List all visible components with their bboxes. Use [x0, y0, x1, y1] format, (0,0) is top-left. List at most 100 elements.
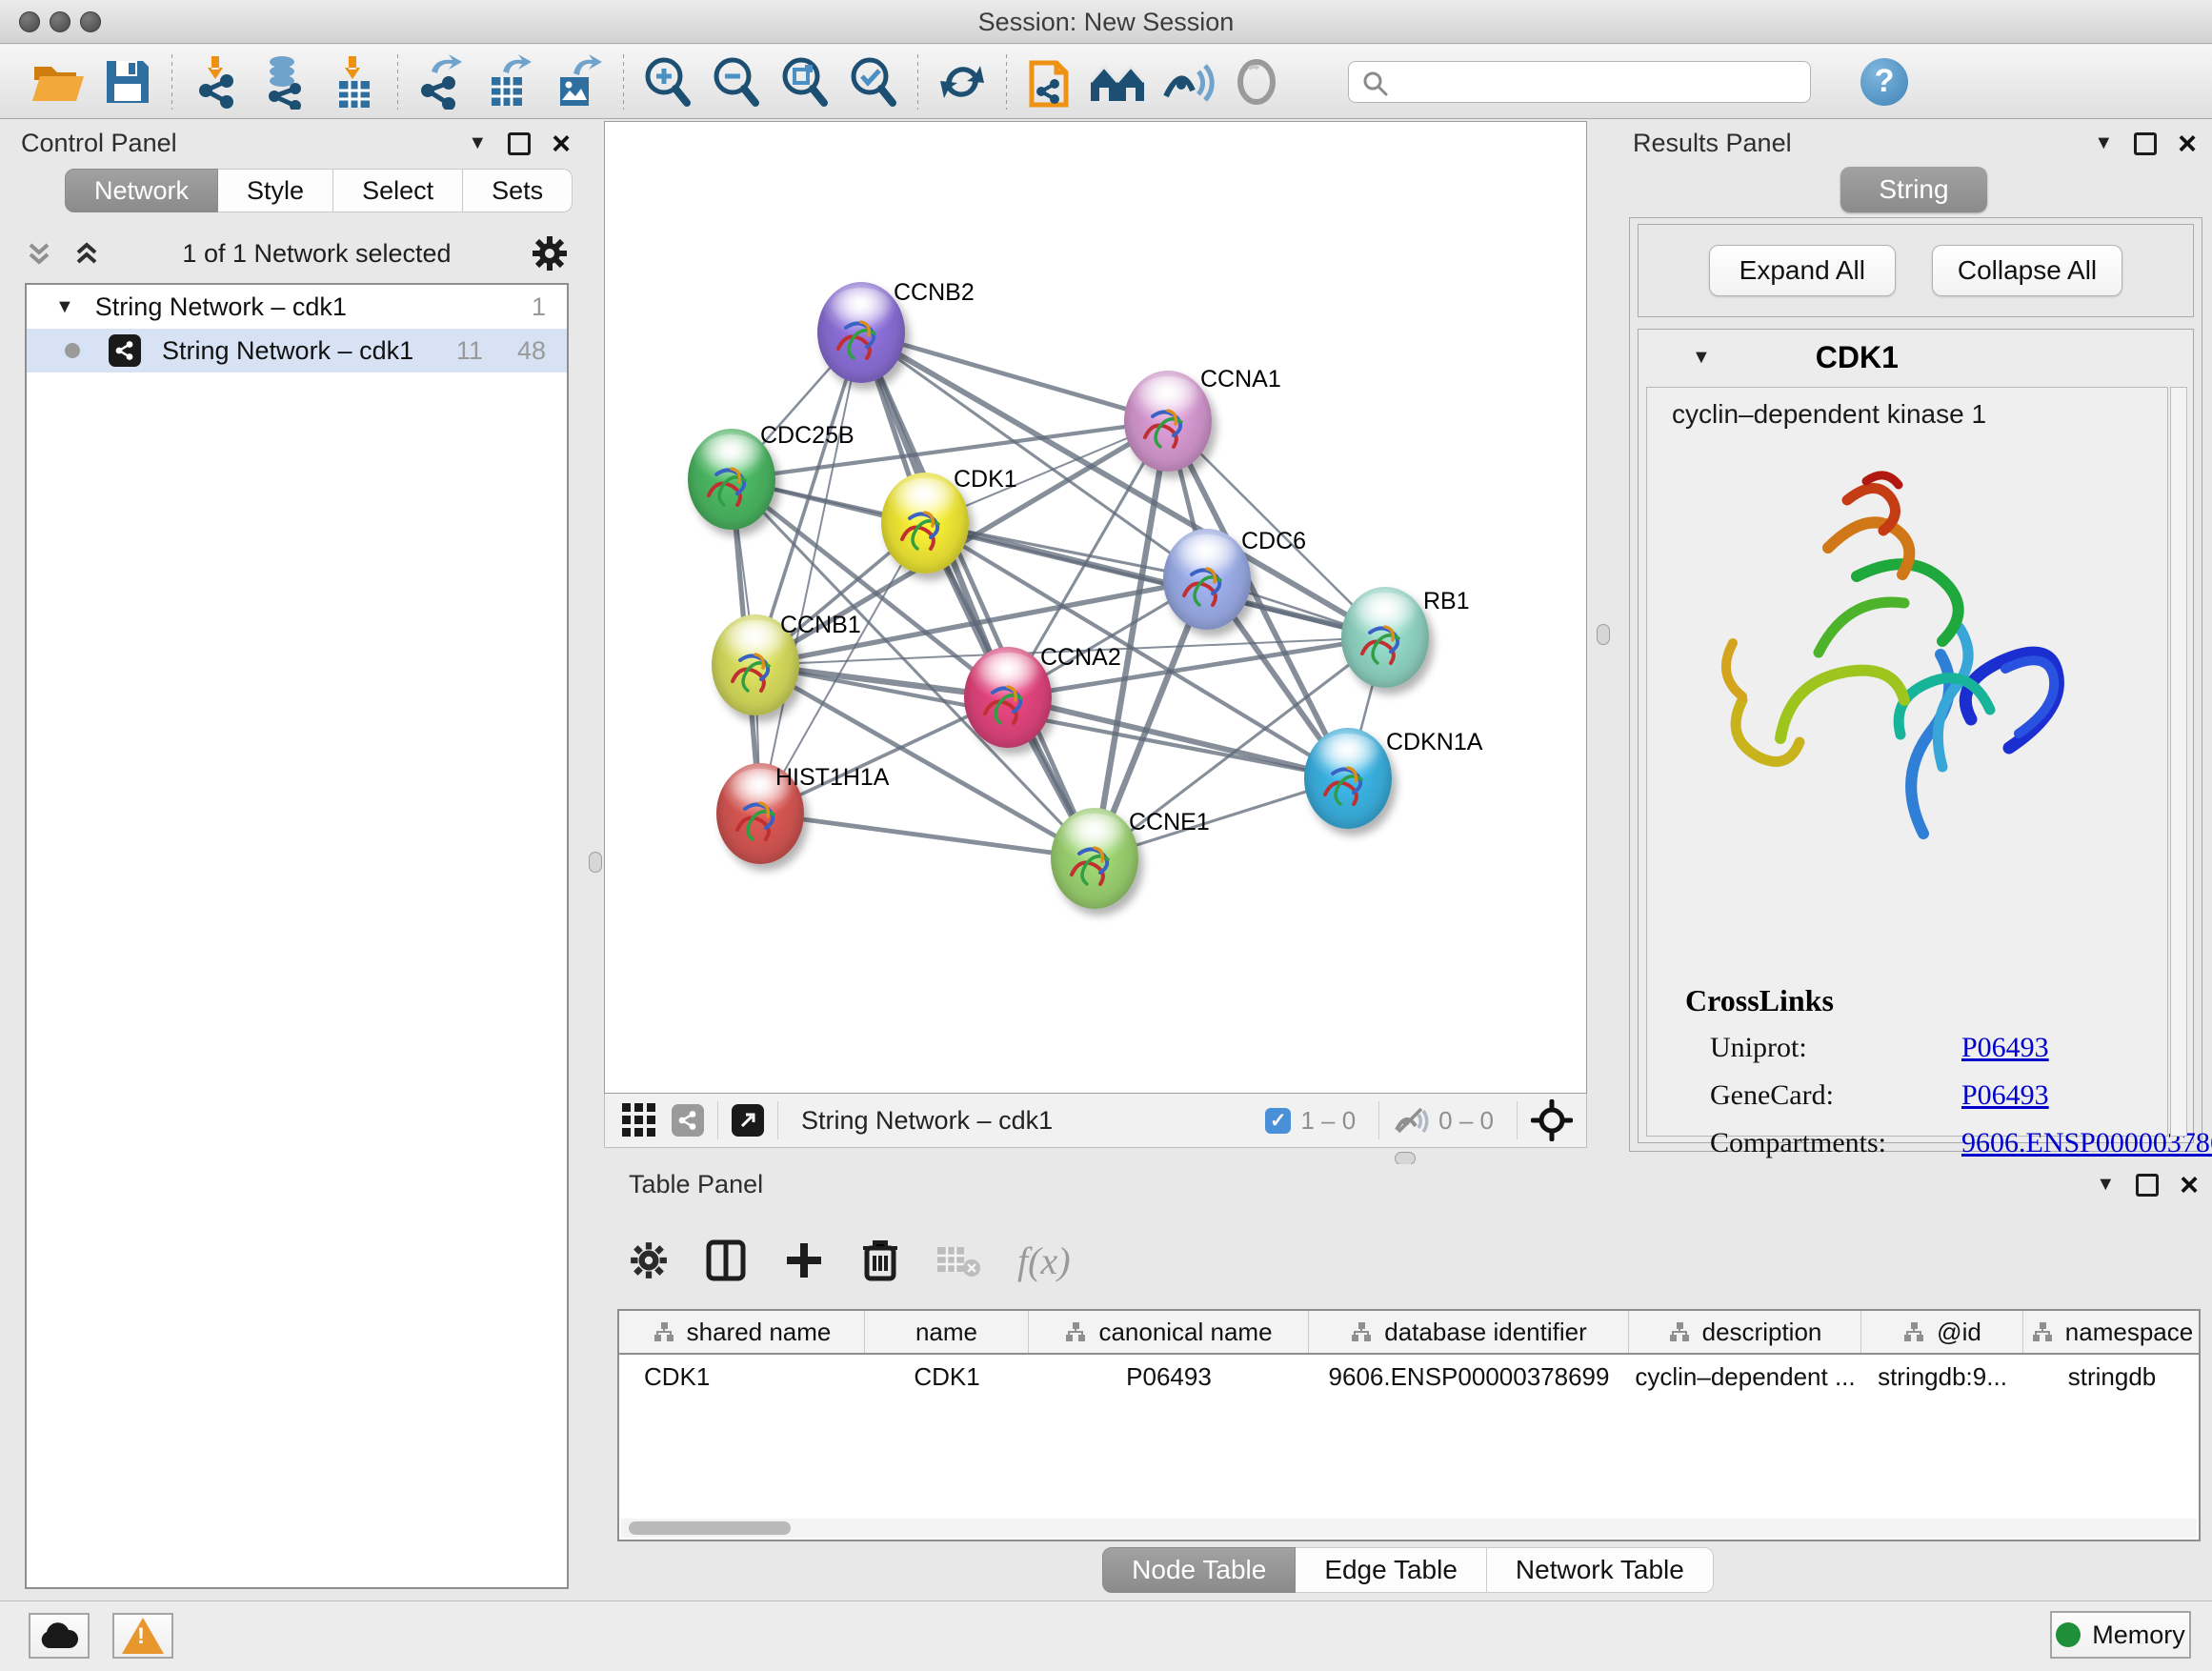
- network-canvas[interactable]: CCNB2CCNA1CDC25BCDK1CDC6RB1CCNB1CCNA2CDK…: [604, 121, 1587, 1094]
- birds-eye-grid-icon[interactable]: [620, 1101, 658, 1139]
- shared-column-icon: [1668, 1320, 1691, 1343]
- collection-expand-icon[interactable]: ▼: [55, 296, 74, 318]
- close-panel-icon[interactable]: ×: [2180, 1174, 2199, 1197]
- apply-layout-button[interactable]: [928, 50, 996, 113]
- tab-select[interactable]: Select: [333, 169, 463, 212]
- column-header[interactable]: description: [1629, 1311, 1861, 1353]
- float-panel-icon[interactable]: [2134, 132, 2157, 155]
- column-header[interactable]: shared name: [619, 1311, 865, 1353]
- shared-column-icon: [1902, 1320, 1925, 1343]
- tab-string[interactable]: String: [1840, 167, 1987, 212]
- entry-collapse-icon[interactable]: ▼: [1692, 347, 1711, 369]
- column-header[interactable]: database identifier: [1309, 1311, 1629, 1353]
- node-CDKN1A[interactable]: [1304, 728, 1392, 829]
- separator: [1378, 1101, 1379, 1139]
- collapse-all-button[interactable]: Collapse All: [1932, 245, 2122, 296]
- node-CCNE1[interactable]: [1051, 808, 1138, 909]
- bottom-splitter-handle[interactable]: [1395, 1152, 1416, 1165]
- zoom-in-button[interactable]: [633, 50, 702, 113]
- node-CCNA2[interactable]: [964, 647, 1052, 748]
- tab-network[interactable]: Network: [65, 169, 218, 212]
- network-collection-row[interactable]: ▼ String Network – cdk1 1: [27, 285, 567, 329]
- detach-view-icon[interactable]: [732, 1104, 764, 1137]
- float-panel-icon[interactable]: [2136, 1174, 2159, 1197]
- zoom-out-button[interactable]: [702, 50, 771, 113]
- table-gear-icon[interactable]: [629, 1240, 669, 1280]
- edge-CCNB2-CCNA1[interactable]: [861, 332, 1168, 421]
- export-image-button[interactable]: [545, 50, 613, 113]
- edge-HIST1H1A-CCNE1[interactable]: [760, 814, 1095, 858]
- left-splitter-handle[interactable]: [589, 852, 602, 873]
- table-row[interactable]: CDK1 CDK1 P06493 9606.ENSP00000378699 cy…: [619, 1355, 2199, 1399]
- node-CDC6[interactable]: [1163, 529, 1251, 630]
- zoom-fit-button[interactable]: [771, 50, 839, 113]
- separator: [1517, 1101, 1518, 1139]
- document-network-icon: [1026, 53, 1076, 111]
- delete-column-icon[interactable]: [861, 1238, 899, 1282]
- import-network-file-button[interactable]: [182, 50, 251, 113]
- zoom-selected-button[interactable]: [839, 50, 908, 113]
- control-panel: Control Panel ▼ × Network Style Select S…: [0, 119, 588, 1601]
- selection-status: 1 of 1 Network selected: [103, 239, 531, 269]
- import-network-database-button[interactable]: [251, 50, 319, 113]
- table-horizontal-scrollbar[interactable]: [621, 1519, 2197, 1538]
- show-graphics-details-button[interactable]: [1154, 50, 1222, 113]
- scrollbar-thumb[interactable]: [629, 1521, 791, 1535]
- tab-node-table[interactable]: Node Table: [1102, 1547, 1296, 1593]
- tab-style[interactable]: Style: [218, 169, 333, 212]
- tab-edge-table[interactable]: Edge Table: [1296, 1547, 1487, 1593]
- help-button[interactable]: ?: [1860, 58, 1908, 106]
- column-header[interactable]: name: [865, 1311, 1029, 1353]
- network-row[interactable]: String Network – cdk1 11 48: [27, 329, 567, 372]
- close-panel-icon[interactable]: ×: [2178, 132, 2197, 155]
- export-table-button[interactable]: [476, 50, 545, 113]
- node-count: 11: [456, 336, 483, 366]
- gear-icon[interactable]: [531, 234, 569, 272]
- float-panel-icon[interactable]: [508, 132, 531, 155]
- network-document-button[interactable]: [1016, 50, 1085, 113]
- column-header[interactable]: namespace: [2023, 1311, 2201, 1353]
- selected-checkbox-icon[interactable]: ✓: [1265, 1108, 1291, 1134]
- cell-name: CDK1: [865, 1355, 1029, 1399]
- import-table-file-button[interactable]: [319, 50, 388, 113]
- tab-sets[interactable]: Sets: [463, 169, 573, 212]
- edge-CCNB2-CCNE1[interactable]: [861, 332, 1095, 858]
- search-icon: [1361, 70, 1390, 98]
- network-overview-icon[interactable]: [672, 1104, 704, 1137]
- select-columns-icon[interactable]: [705, 1238, 747, 1282]
- expand-all-icon[interactable]: [70, 237, 103, 270]
- results-scrollbar[interactable]: [2170, 387, 2187, 1137]
- gene-name: CDK1: [1816, 340, 1899, 375]
- cloud-button[interactable]: [29, 1613, 90, 1659]
- protein-thumbnail-icon: [893, 501, 955, 560]
- column-header[interactable]: canonical name: [1029, 1311, 1309, 1353]
- close-panel-icon[interactable]: ×: [552, 132, 571, 155]
- first-neighbors-button[interactable]: [1085, 50, 1154, 113]
- crosshair-icon[interactable]: [1531, 1099, 1573, 1141]
- protein-thumbnail-icon: [1316, 756, 1378, 815]
- panel-menu-icon[interactable]: ▼: [2094, 132, 2113, 154]
- genecard-link[interactable]: P06493: [1961, 1079, 2049, 1112]
- warnings-button[interactable]: [112, 1613, 173, 1659]
- search-input[interactable]: [1348, 61, 1811, 103]
- render-toggle-button[interactable]: [1222, 50, 1291, 113]
- panel-menu-icon[interactable]: ▼: [2096, 1174, 2115, 1196]
- node-CCNA1[interactable]: [1124, 371, 1212, 472]
- node-CCNB2[interactable]: [817, 282, 905, 383]
- tab-network-table[interactable]: Network Table: [1487, 1547, 1714, 1593]
- expand-all-button[interactable]: Expand All: [1709, 245, 1896, 296]
- save-session-button[interactable]: [93, 50, 162, 113]
- node-label-RB1: RB1: [1423, 588, 1470, 615]
- gene-entry-header[interactable]: ▼ CDK1: [1639, 330, 2193, 385]
- open-session-button[interactable]: [25, 50, 93, 113]
- node-RB1[interactable]: [1341, 587, 1429, 688]
- column-header[interactable]: @id: [1861, 1311, 2023, 1353]
- panel-menu-icon[interactable]: ▼: [468, 132, 487, 154]
- edge-CCNB2-HIST1H1A[interactable]: [760, 332, 861, 814]
- memory-button[interactable]: Memory: [2050, 1611, 2191, 1659]
- add-column-icon[interactable]: [783, 1239, 825, 1281]
- right-splitter-handle[interactable]: [1597, 624, 1610, 645]
- export-network-button[interactable]: [408, 50, 476, 113]
- collapse-all-icon[interactable]: [23, 237, 55, 270]
- uniprot-link[interactable]: P06493: [1961, 1032, 2049, 1064]
